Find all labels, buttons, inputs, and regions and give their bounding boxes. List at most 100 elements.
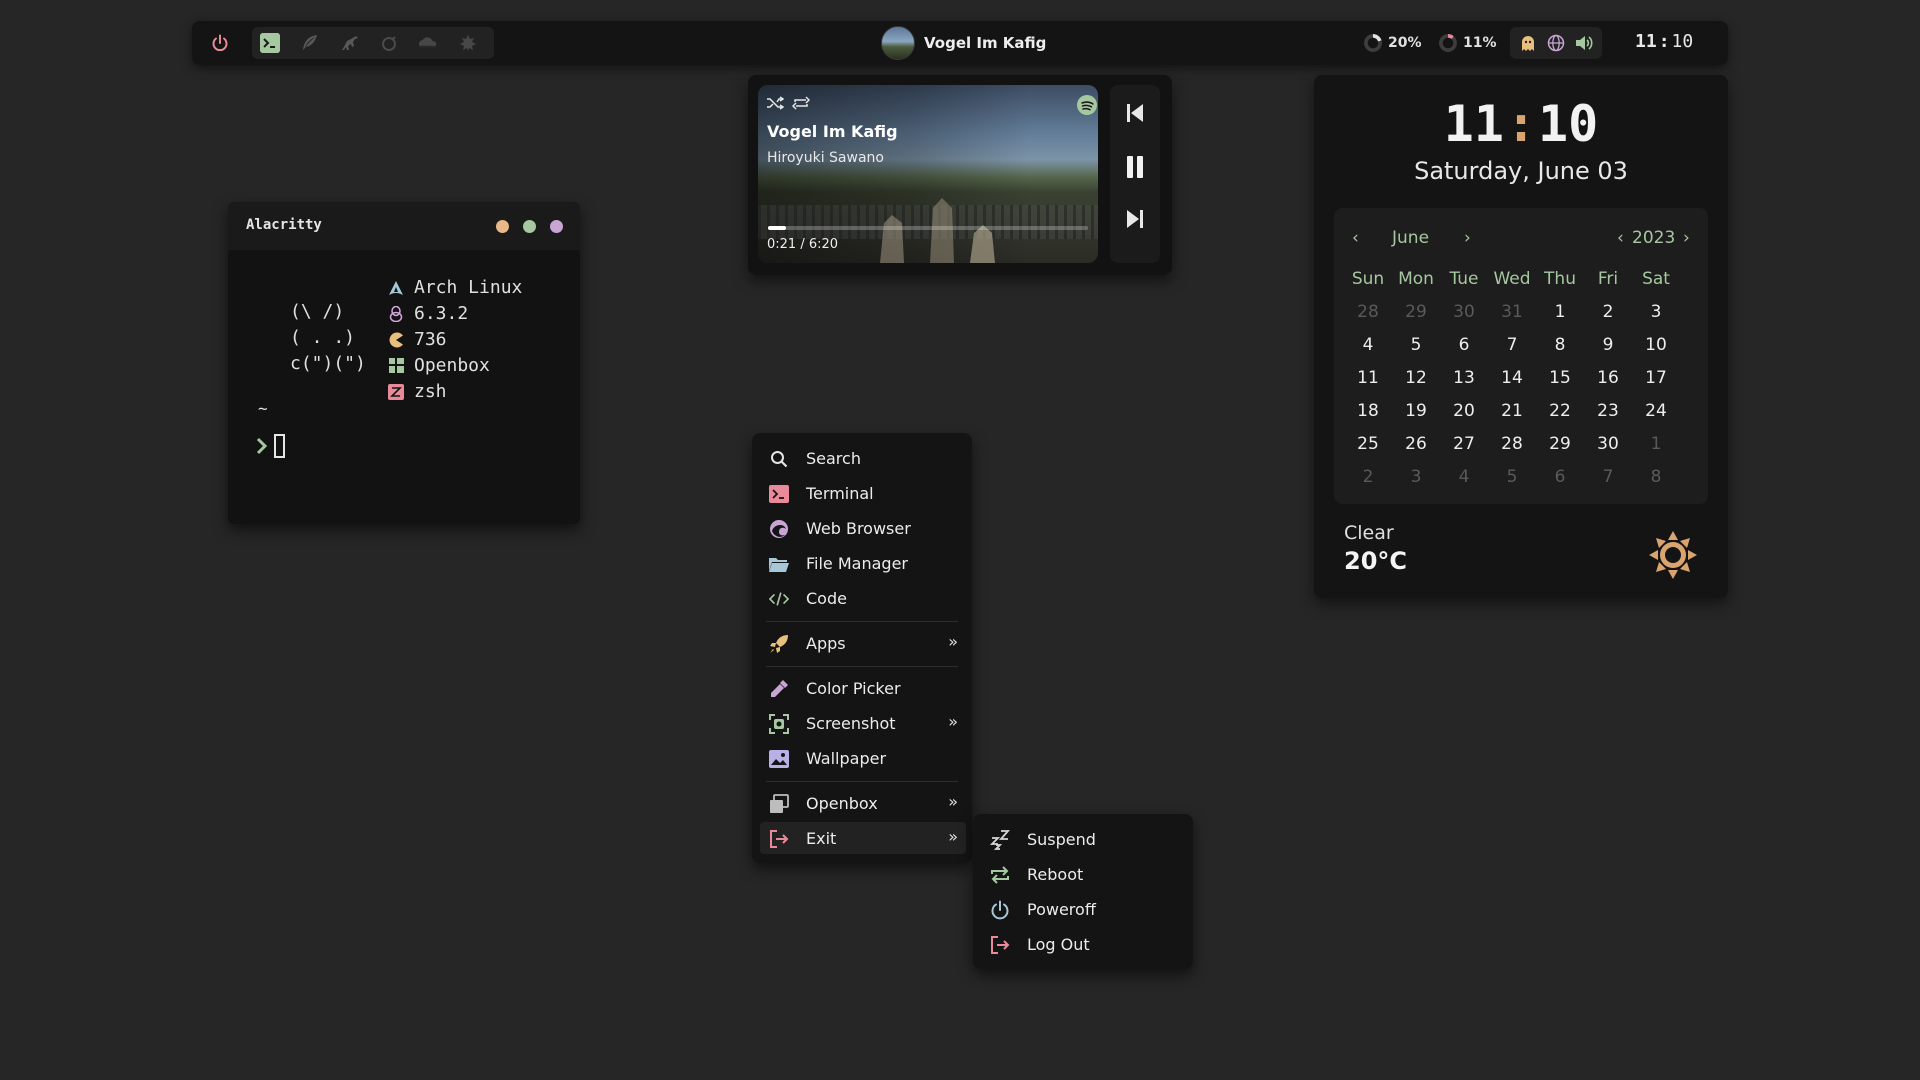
calendar-day[interactable]: 5: [1488, 467, 1536, 487]
calendar-day[interactable]: 19: [1392, 401, 1440, 421]
calendar-day[interactable]: 16: [1584, 368, 1632, 388]
calendar-day[interactable]: 9: [1584, 335, 1632, 355]
calendar-day[interactable]: 29: [1392, 302, 1440, 322]
calendar-day[interactable]: 2: [1344, 467, 1392, 487]
calendar-day[interactable]: 6: [1440, 335, 1488, 355]
calendar-day[interactable]: 11: [1344, 368, 1392, 388]
calendar-day[interactable]: 24: [1632, 401, 1680, 421]
shuffle-icon[interactable]: [766, 95, 784, 111]
bomb-icon[interactable]: [380, 33, 400, 53]
prev-month-button[interactable]: ‹: [1352, 228, 1359, 248]
menu-item-log-out[interactable]: Log Out: [981, 928, 1187, 960]
exit-icon: [769, 829, 789, 849]
prompt-chevron-icon: [256, 437, 268, 455]
arch-icon: [388, 280, 404, 296]
calendar-day[interactable]: 13: [1440, 368, 1488, 388]
calendar-day[interactable]: 8: [1632, 467, 1680, 487]
menu-item-reboot[interactable]: Reboot: [981, 858, 1187, 890]
calendar-day[interactable]: 30: [1440, 302, 1488, 322]
calendar-day[interactable]: 1: [1632, 434, 1680, 454]
cpu-ring-icon: [1364, 34, 1382, 52]
calendar-day[interactable]: 2: [1584, 302, 1632, 322]
media-player: Vogel Im Kafig Hiroyuki Sawano 0:21 / 6:…: [748, 75, 1172, 275]
calendar-day[interactable]: 4: [1440, 467, 1488, 487]
menu-item-apps[interactable]: Apps »: [760, 627, 966, 659]
year-label: 2023: [1632, 228, 1676, 248]
calendar-day[interactable]: 21: [1488, 401, 1536, 421]
calendar-day[interactable]: 26: [1392, 434, 1440, 454]
calendar-day[interactable]: 28: [1344, 302, 1392, 322]
pause-button[interactable]: [1123, 155, 1147, 179]
next-button[interactable]: [1123, 207, 1147, 231]
calendar-day[interactable]: 1: [1536, 302, 1584, 322]
leaf-icon[interactable]: [458, 33, 478, 53]
next-year-button[interactable]: ›: [1683, 228, 1690, 248]
terminal-icon[interactable]: [260, 33, 280, 53]
calendar-day[interactable]: 17: [1632, 368, 1680, 388]
maximize-button[interactable]: [523, 220, 536, 233]
calendar-day[interactable]: 8: [1536, 335, 1584, 355]
calendar-day[interactable]: 23: [1584, 401, 1632, 421]
menu-item-terminal[interactable]: Terminal: [760, 477, 966, 509]
menu-item-search[interactable]: Search: [760, 442, 966, 474]
calendar-day[interactable]: 29: [1536, 434, 1584, 454]
previous-button[interactable]: [1123, 101, 1147, 125]
calendar-day[interactable]: 10: [1632, 335, 1680, 355]
calendar-day[interactable]: 14: [1488, 368, 1536, 388]
fetch-row-packages: 736: [388, 329, 447, 350]
calendar-day[interactable]: 30: [1584, 434, 1632, 454]
menu-item-poweroff[interactable]: Poweroff: [981, 893, 1187, 925]
month-label: June: [1392, 228, 1430, 248]
cpu-indicator: 20%: [1364, 33, 1422, 53]
calendar-day[interactable]: 18: [1344, 401, 1392, 421]
close-button[interactable]: [550, 220, 563, 233]
prev-year-button[interactable]: ‹: [1617, 228, 1624, 248]
ascii-bunny-line: ( . .): [290, 327, 356, 348]
ghost-icon[interactable]: [1518, 33, 1538, 53]
menu-item-color-picker[interactable]: Color Picker: [760, 672, 966, 704]
prompt-line[interactable]: [256, 434, 285, 458]
calendar-day[interactable]: 7: [1488, 335, 1536, 355]
topbar-clock[interactable]: 11 : 10: [1635, 31, 1693, 52]
power-icon[interactable]: [210, 33, 230, 53]
calendar-day[interactable]: 3: [1632, 302, 1680, 322]
repeat-icon[interactable]: [792, 95, 810, 111]
menu-item-screenshot[interactable]: Screenshot »: [760, 707, 966, 739]
progress-bar[interactable]: [768, 226, 1088, 230]
globe-icon[interactable]: [1546, 33, 1566, 53]
calendar-day[interactable]: 22: [1536, 401, 1584, 421]
feather-icon[interactable]: [300, 33, 320, 53]
calendar-day[interactable]: 4: [1344, 335, 1392, 355]
calendar-day[interactable]: 3: [1392, 467, 1440, 487]
now-playing[interactable]: Vogel Im Kafig: [881, 26, 1046, 60]
weekday-label: Tue: [1449, 268, 1479, 289]
menu-item-suspend[interactable]: Suspend: [981, 823, 1187, 855]
terminal-titlebar[interactable]: Alacritty: [228, 202, 580, 250]
calendar-day[interactable]: 7: [1584, 467, 1632, 487]
menu-item-code[interactable]: Code: [760, 582, 966, 614]
terminal-window[interactable]: Alacritty (\ /) ( . .) c(")(") Arch Linu…: [228, 202, 580, 524]
cloud-icon[interactable]: [418, 33, 438, 53]
calendar-day[interactable]: 20: [1440, 401, 1488, 421]
volume-icon[interactable]: [1574, 33, 1594, 53]
calendar-day[interactable]: 25: [1344, 434, 1392, 454]
calendar-day[interactable]: 27: [1440, 434, 1488, 454]
calendar-day[interactable]: 12: [1392, 368, 1440, 388]
next-month-button[interactable]: ›: [1464, 228, 1471, 248]
minimize-button[interactable]: [496, 220, 509, 233]
menu-item-web-browser[interactable]: Web Browser: [760, 512, 966, 544]
calendar-day[interactable]: 5: [1392, 335, 1440, 355]
menu-item-file-manager[interactable]: File Manager: [760, 547, 966, 579]
menu-item-exit[interactable]: Exit »: [760, 822, 966, 854]
menu-item-wallpaper[interactable]: Wallpaper: [760, 742, 966, 774]
calendar-day[interactable]: 31: [1488, 302, 1536, 322]
clock-minute: 10: [1671, 31, 1694, 52]
memory-value: 11%: [1463, 35, 1497, 51]
menu-item-openbox[interactable]: Openbox »: [760, 787, 966, 819]
calendar-day[interactable]: 6: [1536, 467, 1584, 487]
calendar-day[interactable]: 28: [1488, 434, 1536, 454]
player-controls: [1110, 85, 1160, 263]
calendar-day[interactable]: 15: [1536, 368, 1584, 388]
dinosaur-icon[interactable]: [340, 33, 360, 53]
menu-item-label: Wallpaper: [806, 749, 887, 768]
